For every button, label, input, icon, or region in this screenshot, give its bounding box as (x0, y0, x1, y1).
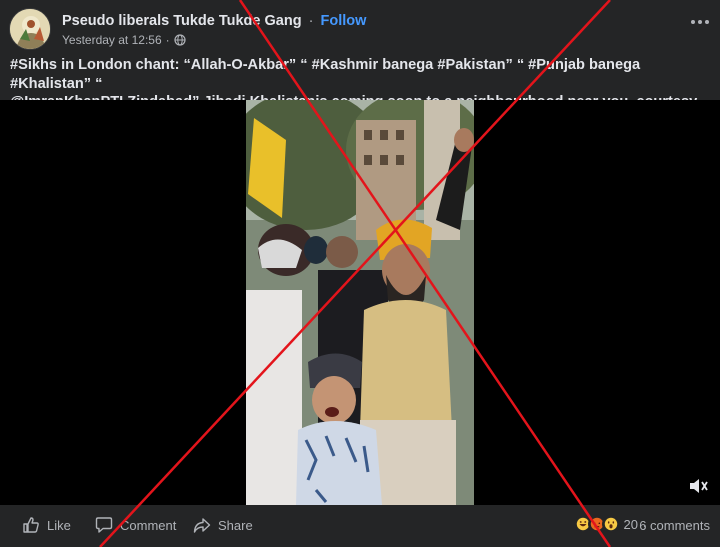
post-header: Pseudo liberals Tukde Tukde Gang · Follo… (0, 0, 720, 52)
comment-button[interactable]: Comment (95, 516, 176, 534)
share-button[interactable]: Share (193, 516, 253, 534)
wow-reaction-icon (601, 515, 620, 533)
comment-label: Comment (120, 517, 177, 533)
share-label: Share (218, 517, 253, 533)
reactions-summary[interactable]: 20 (573, 515, 638, 533)
caption-line-1: #Sikhs in London chant: “Allah-O-Akbar” … (10, 57, 641, 92)
post-footer: Like Comment Share 20 · 6 comments (0, 505, 720, 547)
post-timestamp[interactable]: Yesterday at 12:56 (62, 33, 162, 47)
comment-icon (95, 517, 113, 533)
avatar[interactable] (9, 8, 51, 50)
more-options-icon[interactable] (690, 12, 710, 32)
video-still (246, 100, 474, 505)
like-label: Like (47, 517, 71, 533)
volume-icon[interactable] (688, 477, 708, 495)
reaction-count: 20 (623, 516, 638, 532)
page-name[interactable]: Pseudo liberals Tukde Tukde Gang (62, 13, 302, 29)
facebook-post: Pseudo liberals Tukde Tukde Gang · Follo… (0, 0, 720, 547)
follow-button[interactable]: Follow (320, 13, 366, 29)
comments-count-link[interactable]: 6 comments (639, 518, 710, 533)
video-frame (246, 100, 474, 505)
share-icon (193, 518, 211, 533)
globe-icon (174, 34, 186, 46)
meta-separator: · (165, 33, 170, 47)
like-icon (23, 517, 39, 533)
name-separator: · (308, 13, 314, 29)
like-button[interactable]: Like (22, 516, 71, 534)
post-meta: Yesterday at 12:56 · (62, 33, 186, 47)
page-name-row: Pseudo liberals Tukde Tukde Gang · Follo… (62, 13, 366, 29)
video-player[interactable] (0, 100, 720, 505)
